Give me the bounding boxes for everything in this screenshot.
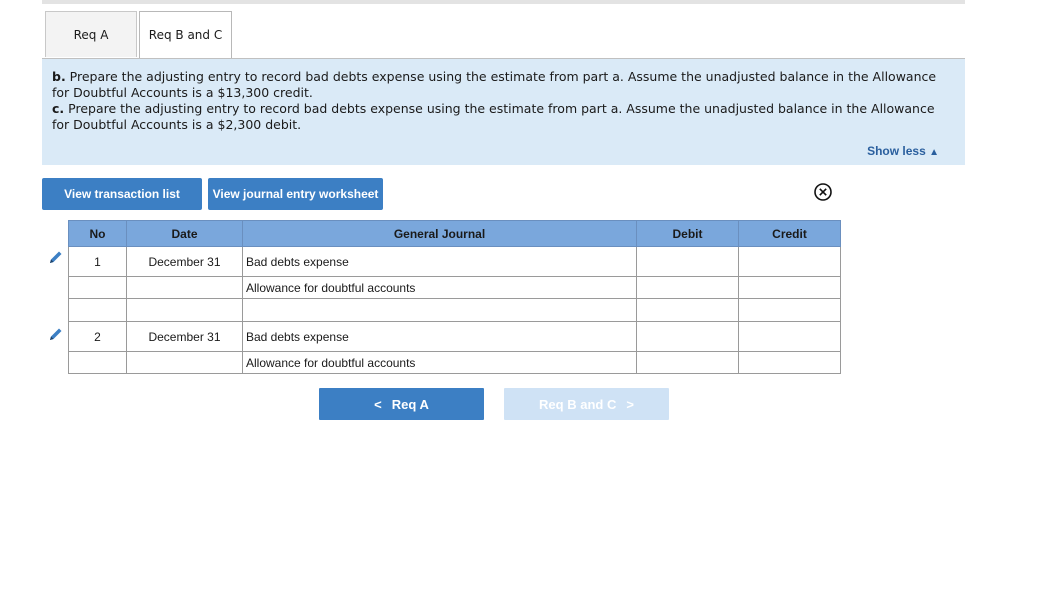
pencil-icon[interactable] [48,249,64,265]
header-no: No [68,220,127,247]
chevron-right-icon: > [626,396,634,412]
instruction-c: c. Prepare the adjusting entry to record… [52,101,935,132]
account-cell[interactable]: Allowance for doubtful accounts [242,276,637,299]
debit-cell[interactable] [636,298,739,322]
view-transaction-list-button[interactable]: View transaction list [42,178,202,210]
entry-no: 2 [68,321,127,352]
entry-no: 1 [68,246,127,277]
header-general-journal: General Journal [242,220,637,247]
table-row: Allowance for doubtful accounts [68,351,841,374]
instructions-panel: b. Prepare the adjusting entry to record… [42,59,965,165]
debit-cell[interactable] [636,351,739,374]
show-less-link[interactable]: Show less ▲ [867,143,939,161]
view-journal-entry-worksheet-button[interactable]: View journal entry worksheet [208,178,383,210]
credit-cell[interactable] [738,246,841,277]
top-progress-bar [42,0,965,4]
next-req-b-and-c-button[interactable]: Req B and C > [504,388,669,420]
journal-header-row: No Date General Journal Debit Credit [68,220,841,247]
account-cell[interactable] [242,298,637,322]
table-row [68,298,841,322]
prev-req-a-button[interactable]: < Req A [319,388,484,420]
entry-date: December 31 [126,246,243,277]
account-cell[interactable]: Allowance for doubtful accounts [242,351,637,374]
triangle-up-icon: ▲ [929,147,939,158]
table-row: 2 December 31 Bad debts expense [68,321,841,352]
account-cell[interactable]: Bad debts expense [242,321,637,352]
debit-cell[interactable] [636,276,739,299]
entry-date: December 31 [126,321,243,352]
debit-cell[interactable] [636,321,739,352]
credit-cell[interactable] [738,276,841,299]
journal-table: No Date General Journal Debit Credit 1 D… [68,220,841,374]
credit-cell[interactable] [738,351,841,374]
table-row: 1 December 31 Bad debts expense [68,246,841,277]
header-date: Date [126,220,243,247]
account-cell[interactable]: Bad debts expense [242,246,637,277]
tab-req-b-and-c[interactable]: Req B and C [139,11,232,58]
table-row: Allowance for doubtful accounts [68,276,841,299]
pencil-icon[interactable] [48,326,64,342]
chevron-left-icon: < [374,396,382,412]
instruction-b: b. Prepare the adjusting entry to record… [52,69,937,100]
header-credit: Credit [738,220,841,247]
header-debit: Debit [636,220,739,247]
credit-cell[interactable] [738,321,841,352]
debit-cell[interactable] [636,246,739,277]
tab-req-a[interactable]: Req A [45,11,137,57]
close-circle-icon[interactable] [813,182,833,202]
tab-bar: Req A Req B and C [42,11,965,59]
credit-cell[interactable] [738,298,841,322]
